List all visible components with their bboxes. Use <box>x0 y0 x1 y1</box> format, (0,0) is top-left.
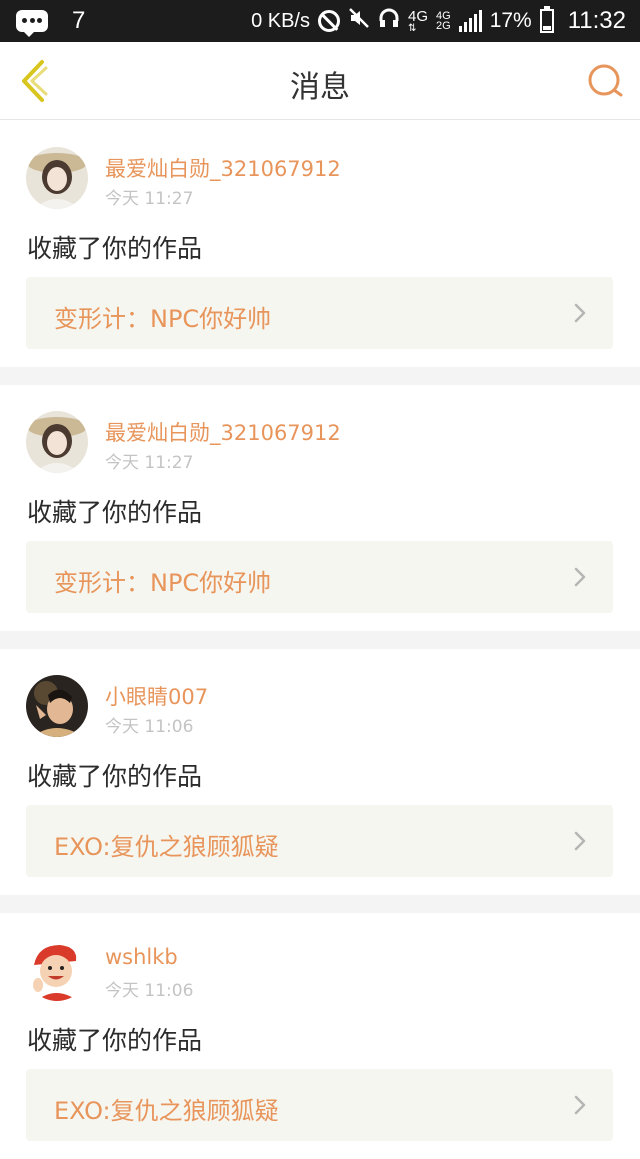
search-button[interactable] <box>586 62 626 102</box>
network-4g-icon: 4G ⇅ <box>407 7 428 34</box>
work-link[interactable]: EXO:复仇之狼顾狐疑 <box>26 1069 613 1141</box>
message-action: 收藏了你的作品 <box>27 1026 203 1055</box>
work-link[interactable]: 变形计：NPC你好帅 <box>26 277 613 349</box>
page-title: 消息 <box>290 70 350 105</box>
message-notification-icon <box>16 10 48 37</box>
work-link[interactable]: 变形计：NPC你好帅 <box>26 541 613 613</box>
message-time: 今天 11:27 <box>105 189 194 209</box>
avatar-girl-hat-icon <box>26 147 88 209</box>
message-item: 最爱灿白勋_321067912 今天 11:27 收藏了你的作品 变形计：NPC… <box>0 385 640 631</box>
network-primary: 4G <box>407 7 428 25</box>
message-item: 最爱灿白勋_321067912 今天 11:27 收藏了你的作品 变形计：NPC… <box>0 121 640 367</box>
message-item: wshlkb 今天 11:06 收藏了你的作品 EXO:复仇之狼顾狐疑 <box>0 913 640 1159</box>
work-title: EXO:复仇之狼顾狐疑 <box>54 1097 279 1125</box>
message-time: 今天 11:27 <box>105 453 194 473</box>
avatar[interactable] <box>26 411 88 473</box>
message-action: 收藏了你的作品 <box>27 762 203 791</box>
avatar[interactable] <box>26 147 88 209</box>
chevron-right-icon <box>574 303 586 323</box>
message-time: 今天 11:06 <box>105 717 194 737</box>
search-icon <box>588 64 623 97</box>
avatar[interactable] <box>26 939 88 1001</box>
work-title: 变形计：NPC你好帅 <box>54 569 272 597</box>
network-secondary-bottom: 2G <box>436 20 451 32</box>
notification-count: 7 <box>72 7 86 34</box>
net-speed: 0 KB/s <box>251 9 310 32</box>
chevron-right-icon <box>574 831 586 851</box>
title-bar: 消息 <box>0 42 640 120</box>
user-name[interactable]: 最爱灿白勋_321067912 <box>105 153 341 183</box>
user-name[interactable]: wshlkb <box>105 945 178 969</box>
work-title: 变形计：NPC你好帅 <box>54 305 272 333</box>
message-time: 今天 11:06 <box>105 981 194 1001</box>
avatar-photo-dark-icon <box>26 675 88 737</box>
divider <box>0 895 640 913</box>
divider <box>0 367 640 385</box>
message-action: 收藏了你的作品 <box>27 498 203 527</box>
user-name[interactable]: 最爱灿白勋_321067912 <box>105 417 341 447</box>
avatar-cartoon-boy-icon <box>26 939 88 1001</box>
avatar-girl-hat-icon <box>26 411 88 473</box>
battery-icon <box>539 6 554 33</box>
signal-icon <box>458 10 482 32</box>
message-item: 小眼睛007 今天 11:06 收藏了你的作品 EXO:复仇之狼顾狐疑 <box>0 649 640 895</box>
work-link[interactable]: EXO:复仇之狼顾狐疑 <box>26 805 613 877</box>
do-not-disturb-icon <box>317 10 340 32</box>
battery-percent: 17% <box>489 9 532 32</box>
status-bar: 7 0 KB/s 4G ⇅ 4G 2G 17% 11:32 <box>0 0 640 42</box>
mute-icon <box>348 7 370 35</box>
message-action: 收藏了你的作品 <box>27 234 203 263</box>
clock: 11:32 <box>567 7 626 34</box>
headphones-icon <box>378 7 400 35</box>
work-title: EXO:复仇之狼顾狐疑 <box>54 833 279 861</box>
chevron-right-icon <box>574 1095 586 1115</box>
divider <box>0 631 640 649</box>
user-name[interactable]: 小眼睛007 <box>105 681 208 711</box>
network-type-icon: 4G 2G <box>436 11 451 32</box>
message-list: 最爱灿白勋_321067912 今天 11:27 收藏了你的作品 变形计：NPC… <box>0 121 640 1159</box>
chevron-right-icon <box>574 567 586 587</box>
avatar[interactable] <box>26 675 88 737</box>
